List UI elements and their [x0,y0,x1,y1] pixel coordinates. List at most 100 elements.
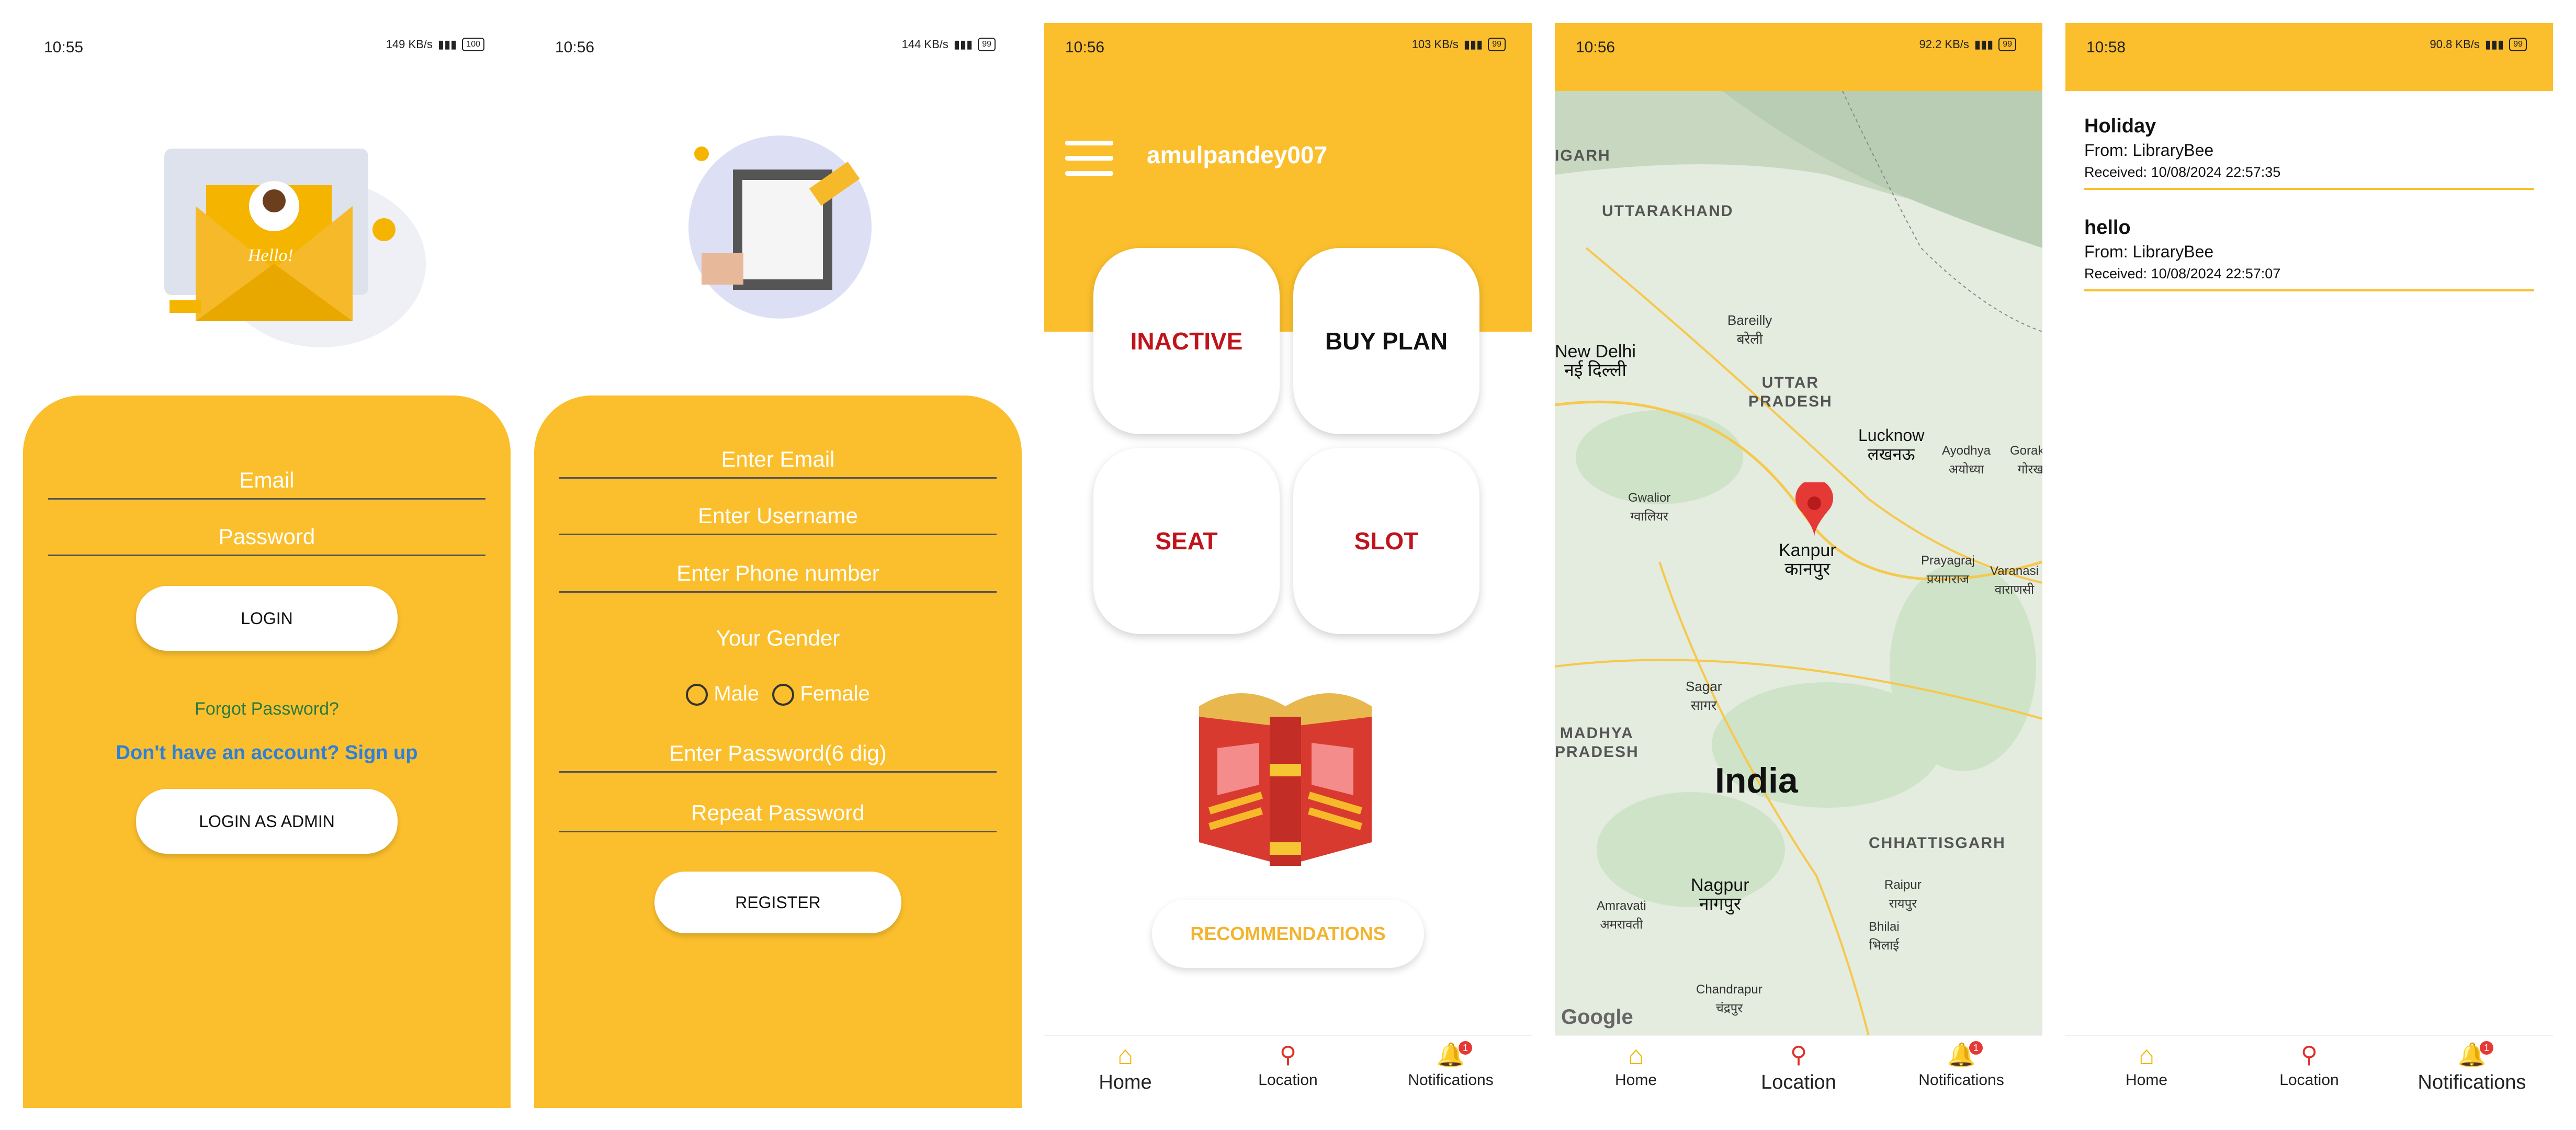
map-label: Raipur रायपुर [1884,878,1922,911]
map-label: MADHYA PRADESH [1555,725,1639,761]
home-icon: ⌂ [1117,1041,1134,1070]
network-speed: 144 KB/s [901,38,948,51]
register-button[interactable]: REGISTER [654,872,901,933]
register-screen: 10:56 144 KB/s ▮▮▮ 99 Enter Email Enter … [534,23,1022,1108]
nav-location[interactable]: ⚲ Location [1718,1041,1880,1094]
network-speed: 92.2 KB/s [1919,38,1969,51]
username-label: amulpandey007 [1147,141,1328,168]
status-time: 10:56 [555,39,595,56]
battery-icon: 99 [978,38,996,51]
recommendations-button[interactable]: RECOMMENDATIONS [1152,900,1424,968]
status-icons: 144 KB/s ▮▮▮ 99 [902,38,996,51]
battery-icon: 99 [2509,38,2527,51]
buy-plan-tile[interactable]: BUY PLAN [1293,248,1479,434]
bottom-nav: ⌂ Home ⚲ Location 🔔 1 Notifications [1044,1035,1532,1108]
map-label: Chandrapur चंद्रपुर [1696,982,1762,1015]
bottom-nav: ⌂ Home ⚲ Location 🔔 1 Notifications [2065,1035,2553,1108]
document-sign-illustration [688,135,872,319]
bell-icon: 🔔 1 [1370,1041,1532,1069]
login-button[interactable]: LOGIN [136,586,398,651]
location-marker-icon [1795,482,1833,537]
status-bar: 10:56 103 KB/s ▮▮▮ 99 [1044,23,1532,91]
female-label: Female [800,682,870,705]
battery-icon: 99 [1488,38,1506,51]
notifications-screen: 10:58 90.8 KB/s ▮▮▮ 99 Holiday From: Lib… [2065,23,2553,1108]
notification-received: Received: 10/08/2024 22:57:07 [2084,266,2281,281]
login-as-admin-button[interactable]: LOGIN AS ADMIN [136,789,398,854]
male-radio[interactable] [686,684,708,706]
notification-title: Holiday [2084,115,2156,137]
signal-icon: ▮▮▮ [2484,38,2504,51]
status-icons: 90.8 KB/s ▮▮▮ 99 [2430,38,2527,51]
map-label: UTTAR PRADESH [1748,374,1833,410]
home-icon: ⌂ [1628,1041,1644,1070]
notification-title: hello [2084,217,2131,239]
menu-icon[interactable] [1065,141,1113,186]
network-speed: 90.8 KB/s [2430,38,2480,51]
nav-home-label: Home [1614,1071,1657,1089]
battery-icon: 100 [462,38,484,51]
username-field[interactable]: Enter Username [559,503,997,535]
nav-notifications[interactable]: 🔔 1 Notifications [1880,1041,2042,1089]
nav-home[interactable]: ⌂ Home [1555,1041,1717,1089]
signup-link[interactable]: Don't have an account? Sign up [23,742,511,764]
map-label: Gwalior ग्वालियर [1628,491,1671,524]
notification-from: From: LibraryBee [2084,242,2214,261]
password-field[interactable]: Enter Password(6 dig) [559,741,997,773]
seat-tile[interactable]: SEAT [1093,448,1280,634]
notification-received: Received: 10/08/2024 22:57:35 [2084,164,2281,180]
phone-field[interactable]: Enter Phone number [559,561,997,593]
nav-notifications[interactable]: 🔔 1 Notifications [2391,1041,2553,1094]
notification-from: From: LibraryBee [2084,141,2214,160]
nav-home[interactable]: ⌂ Home [1044,1041,1206,1094]
status-time: 10:56 [1065,39,1105,56]
notification-item[interactable]: hello From: LibraryBee Received: 10/08/2… [2084,217,2534,291]
nav-notifications[interactable]: 🔔 1 Notifications [1370,1041,1532,1089]
status-bar: 10:55 149 KB/s ▮▮▮ 100 [23,23,511,91]
notification-badge: 1 [1459,1041,1472,1055]
location-pin-icon: ⚲ [1790,1042,1807,1068]
email-field[interactable]: Enter Email [559,447,997,479]
female-radio[interactable] [772,684,795,706]
map-label: Varanasi वाराणसी [1990,564,2039,597]
nav-home-label: Home [2125,1071,2168,1089]
nav-location[interactable]: ⚲ Location [1207,1041,1369,1089]
signal-icon: ▮▮▮ [437,38,457,51]
map-label: Nagpur नागपुर [1691,875,1749,914]
status-time: 10:58 [2086,39,2126,56]
male-label: Male [714,682,760,705]
repeat-password-field[interactable]: Repeat Password [559,800,997,832]
notification-badge: 1 [2480,1041,2493,1055]
slot-tile[interactable]: SLOT [1293,448,1479,634]
forgot-password-link[interactable]: Forgot Password? [23,699,511,719]
nav-location-label: Location [1258,1071,1318,1089]
map-view[interactable]: IGARH UTTARAKHAND Bareilly बरेली New Del… [1555,91,2042,1036]
status-bar: 10:56 92.2 KB/s ▮▮▮ 99 [1555,23,2042,91]
map-label: CHHATTISGARH [1869,834,2006,852]
map-label: Lucknow लखनऊ [1858,426,1925,464]
nav-location[interactable]: ⚲ Location [2228,1041,2390,1089]
status-bar: 10:58 90.8 KB/s ▮▮▮ 99 [2065,23,2553,91]
map-label: Prayagraj प्रयागराज [1921,553,1975,586]
home-icon: ⌂ [2138,1041,2155,1070]
battery-icon: 99 [1998,38,2016,51]
status-icons: 149 KB/s ▮▮▮ 100 [386,38,484,51]
notification-badge: 1 [1969,1041,1983,1055]
nav-notifications-label: Notifications [2417,1071,2526,1093]
email-field[interactable]: Email [48,468,485,500]
password-field[interactable]: Password [48,524,485,556]
notification-item[interactable]: Holiday From: LibraryBee Received: 10/08… [2084,115,2534,190]
gender-options: Male Female [534,682,1022,706]
illustration-text: Hello! [247,246,293,265]
status-tile[interactable]: INACTIVE [1093,248,1280,434]
nav-location-label: Location [2279,1071,2339,1089]
nav-home[interactable]: ⌂ Home [2065,1041,2228,1089]
map-label: New Delhi नई दिल्ली [1555,342,1636,380]
signal-icon: ▮▮▮ [953,38,973,51]
status-time: 10:56 [1576,39,1615,56]
status-time: 10:55 [44,39,84,56]
home-screen: 10:56 103 KB/s ▮▮▮ 99 amulpandey007 INAC… [1044,23,1532,1108]
map-label: Bareilly बरेली [1727,312,1772,347]
network-speed: 149 KB/s [386,38,433,51]
location-pin-icon: ⚲ [2300,1042,2318,1068]
